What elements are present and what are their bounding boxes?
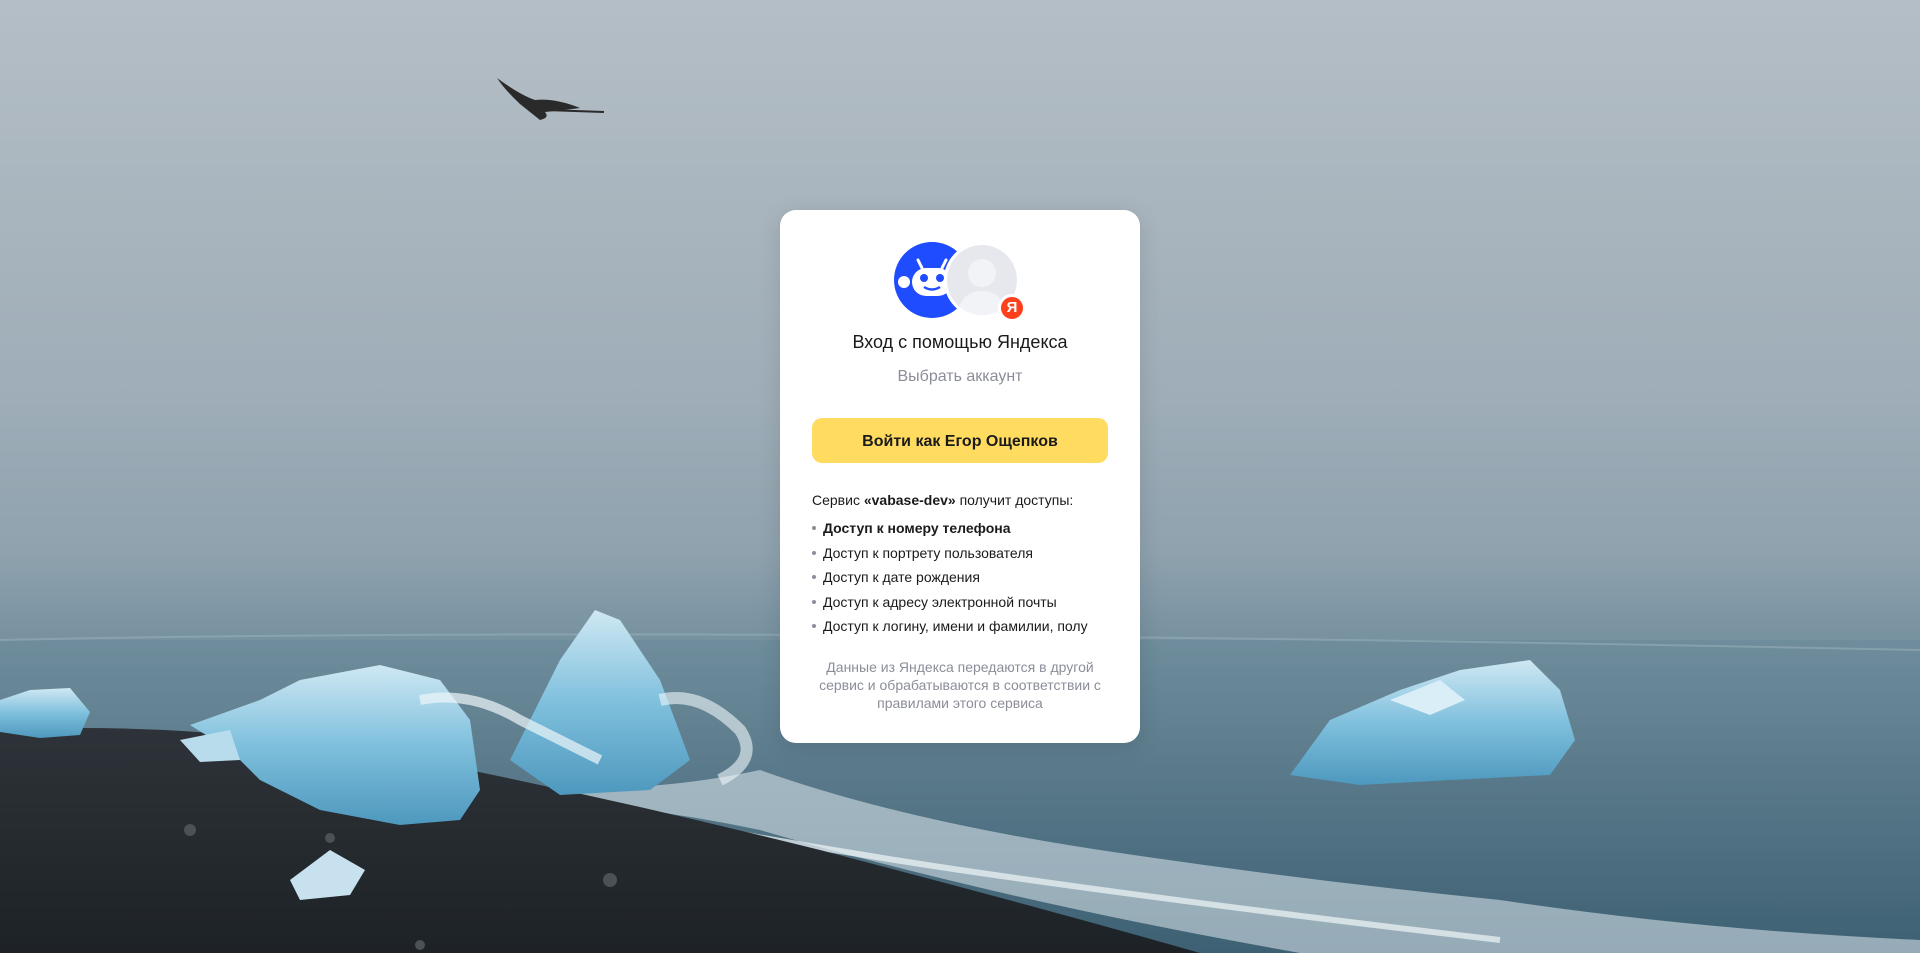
avatar-group: Я xyxy=(894,242,1034,322)
permission-item: Доступ к портрету пользователя xyxy=(812,541,1112,566)
bullet-icon xyxy=(812,550,816,555)
page-title: Вход с помощью Яндекса xyxy=(852,332,1068,352)
permission-item: Доступ к номеру телефона xyxy=(812,516,1112,541)
permission-item: Доступ к адресу электронной почты xyxy=(812,590,1112,615)
permissions-intro-prefix: Сервис xyxy=(812,492,864,508)
login-as-user-button[interactable]: Войти как Егор Ощепков xyxy=(812,418,1108,463)
oauth-login-card: Я Вход с помощью Яндекса Выбрать аккаунт… xyxy=(780,210,1140,743)
bullet-icon xyxy=(812,624,816,629)
permission-item: Доступ к логину, имени и фамилии, полу xyxy=(812,614,1112,639)
bullet-icon xyxy=(812,599,816,604)
bullet-icon xyxy=(812,526,816,531)
service-name: «vabase-dev» xyxy=(863,492,956,508)
bullet-icon xyxy=(812,575,816,580)
permission-item: Доступ к дате рождения xyxy=(812,565,1112,590)
yandex-badge-icon: Я xyxy=(998,294,1026,322)
permissions-intro-suffix: получит доступы: xyxy=(955,492,1074,508)
choose-account-link[interactable]: Выбрать аккаунт xyxy=(780,368,1140,386)
permissions-intro: Сервис «vabase-dev» получит доступы: xyxy=(812,492,1112,508)
data-transfer-notice: Данные из Яндекса передаются в другой се… xyxy=(819,659,1101,711)
permissions-list: Доступ к номеру телефона Доступ к портре… xyxy=(812,516,1112,639)
